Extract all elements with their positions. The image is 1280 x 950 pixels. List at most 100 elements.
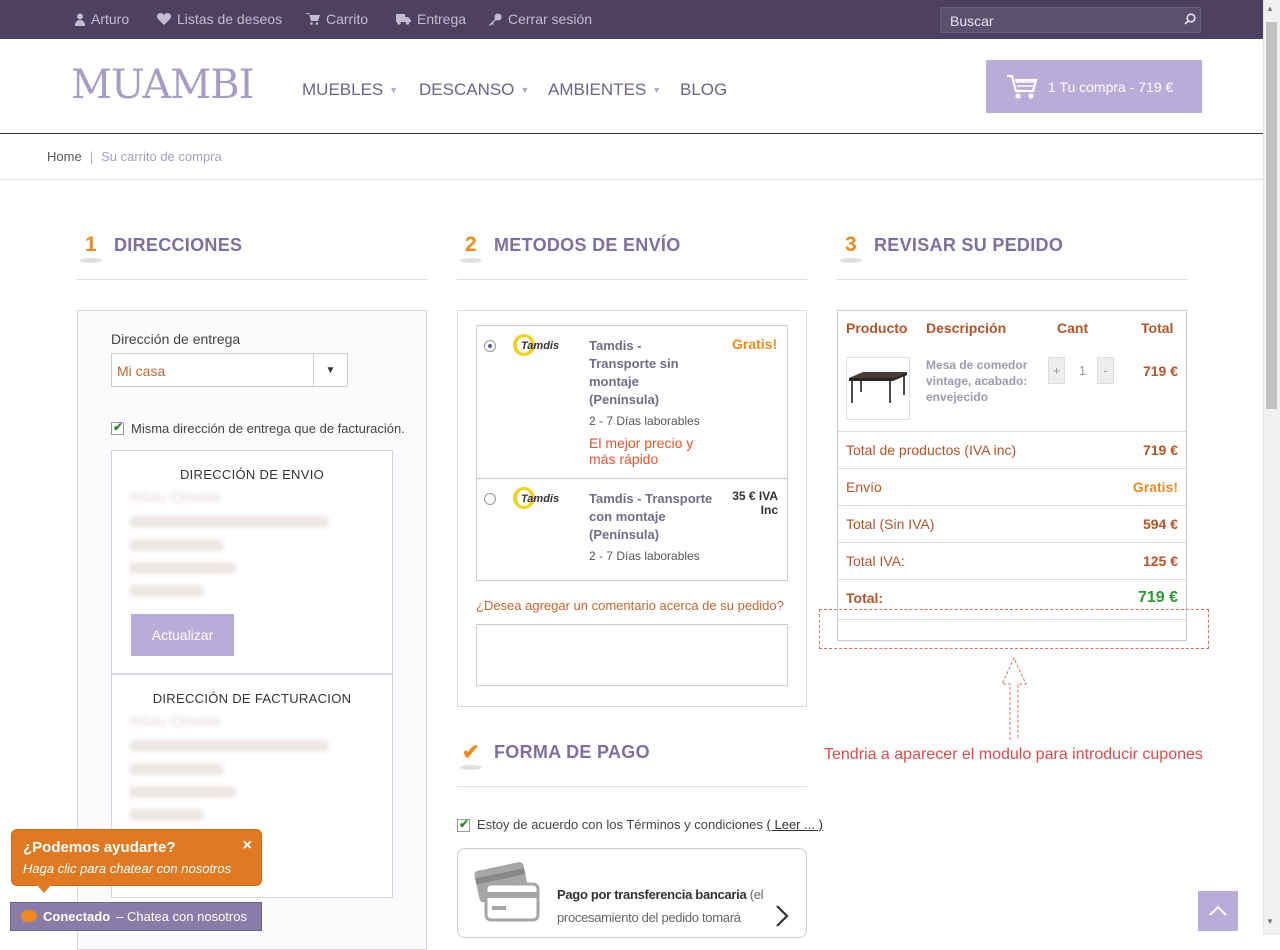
shipping-option-days: 2 - 7 Días laborables [589,549,700,563]
same-address-label: Misma dirección de entrega que de factur… [131,421,405,436]
product-image[interactable] [846,357,910,420]
annotation-text: Tendria a aparecer el modulo para introd… [824,746,1203,763]
wishlist-link[interactable]: Listas de deseos [157,11,282,27]
section-divider [457,786,807,787]
chat-subtitle: Haga clic para chatear con nosotros [23,861,232,876]
header-product: Producto [846,320,908,336]
shopping-cart-icon [1007,74,1038,99]
summary-value: Gratis! [1132,479,1178,495]
comment-textarea[interactable] [476,624,788,686]
redacted-line [129,763,224,775]
product-total: 719 € [1142,363,1178,379]
shipping-option-days: 2 - 7 Días laborables [589,414,700,428]
billing-address-name: Arturo Olmeda [129,713,221,729]
same-address-checkbox[interactable]: ✔ [111,420,124,435]
billing-address-title: DIRECCIÓN DE FACTURACION [152,691,352,706]
breadcrumb-separator: | [89,149,94,164]
shipping-radio-selected[interactable] [484,340,496,352]
shipping-address-title: DIRECCIÓN DE ENVIO [179,467,325,482]
user-icon [75,13,85,26]
nav-blog[interactable]: BLOG [680,80,727,100]
scroll-down-icon[interactable]: ▼ [1266,917,1274,926]
grand-total-value: 719 € [1137,589,1178,606]
caret-down-icon: ▼ [652,85,662,95]
summary-label: Total de productos (IVA inc) [846,442,1017,458]
chat-popup-tail [37,885,51,893]
coupon-placeholder-box [819,609,1209,649]
shipping-address-name: Arturo Olmeda [129,489,221,505]
scroll-up-icon[interactable]: ▲ [1266,4,1274,13]
redacted-line [129,516,329,528]
checkmark-badge-icon: ✔ [458,737,484,770]
cart-summary-button[interactable]: 1 Tu compra - 719 € [986,60,1202,113]
breadcrumb-current: Su carrito de compra [101,149,222,164]
logout-link[interactable]: Cerrar sesión [489,11,592,27]
terms-checkbox[interactable]: ✔ [457,817,470,832]
delivery-address-select[interactable]: Mi casa ▼ [111,353,348,387]
terms-label: Estoy de acuerdo con los Términos y cond… [477,817,823,832]
row-divider [838,468,1186,469]
checkmark-icon: ✔ [113,420,124,434]
chat-bar[interactable]: Conectado – Chatea con nosotros [10,902,262,931]
redacted-line [129,740,329,752]
shipping-radio[interactable] [484,493,496,505]
shipping-option-name: Tamdis - Transporte con montaje (Penínsu… [589,491,713,542]
redacted-line [129,809,204,821]
product-description[interactable]: Mesa de comedor vintage, acabado: enveje… [926,357,1041,405]
row-divider [838,542,1186,543]
summary-label: Total IVA: [846,553,905,569]
terms-link[interactable]: ( Leer ... ) [767,817,823,832]
chat-popup[interactable]: ¿Podemos ayudarte? Haga clic para chatea… [11,829,262,886]
header-qty: Cant [1057,320,1089,336]
account-link[interactable]: Arturo [75,11,129,27]
comment-question: ¿Desea agregar un comentario acerca de s… [476,598,784,613]
svg-text:Tamdis: Tamdis [521,340,559,352]
delivery-link[interactable]: Entrega [396,11,466,27]
caret-down-icon: ▼ [389,85,399,95]
close-icon[interactable]: × [243,837,252,855]
svg-text:Tamdis: Tamdis [521,493,559,505]
chat-title: ¿Podemos ayudarte? [23,839,176,856]
shipping-option-promo: El mejor precio y más rápido [589,435,694,467]
scrollbar-thumb[interactable] [1266,22,1277,409]
header-total: Total [1141,320,1174,336]
update-button[interactable]: Actualizar [131,614,234,656]
grand-total-label: Total: [846,590,884,606]
step-2-badge: 2 [458,230,484,263]
back-to-top-button[interactable] [1198,891,1238,931]
summary-label: Envío [846,479,882,495]
table-product-icon [849,372,907,403]
nav-ambientes[interactable]: AMBIENTES ▼ [548,80,661,100]
header-divider [0,133,1263,134]
search-icon[interactable] [1184,13,1196,25]
qty-value[interactable]: 1 [1070,357,1095,384]
summary-value: 594 € [1142,516,1178,532]
row-divider [838,579,1186,580]
redacted-line [129,539,224,551]
key-icon [489,13,502,26]
summary-label: Total (Sin IVA) [846,516,935,532]
cart-link[interactable]: Carrito [306,11,368,27]
credit-card-icon [474,862,540,922]
tamdis-logo: Tamdis [513,334,559,356]
redacted-line [129,585,204,597]
nav-muebles[interactable]: MUEBLES ▼ [302,80,398,100]
nav-descanso[interactable]: DESCANSO ▼ [419,80,529,100]
summary-value: 125 € [1142,553,1178,569]
breadcrumb-home[interactable]: Home [47,149,82,164]
row-divider [838,505,1186,506]
section-divider [837,279,1187,280]
chevron-right-icon[interactable] [775,904,789,928]
header-description: Descripción [926,320,1007,336]
summary-value: 719 € [1142,442,1178,458]
site-logo[interactable]: MUAMBI [71,62,254,108]
shipping-option-name: Tamdis - Transporte sin montaje (Penínsu… [589,338,679,407]
review-heading: 3 REVISAR SU PEDIDO [838,230,1063,263]
qty-plus-button[interactable]: + [1048,357,1065,384]
section-divider [77,279,427,280]
delivery-address-label: Dirección de entrega [111,331,241,347]
heart-icon [157,13,171,25]
search-input[interactable]: Buscar [940,7,1201,33]
chevron-down-icon: ▼ [313,354,347,386]
shipping-heading: 2 METODOS DE ENVÍO [458,230,681,263]
